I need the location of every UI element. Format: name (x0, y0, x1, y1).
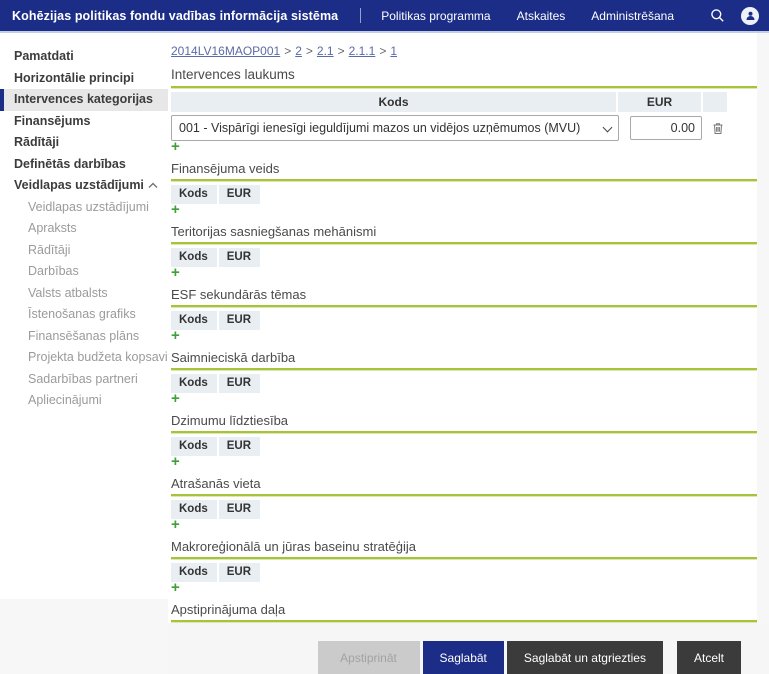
empty-table-header: Kods EUR (171, 374, 260, 393)
sidebar-item-definetas-darbibas[interactable]: Definētās darbības (0, 154, 168, 176)
add-row-button[interactable]: + (171, 330, 185, 342)
breadcrumb-link-program[interactable]: 2014LV16MAOP001 (171, 44, 280, 58)
add-row-button[interactable]: + (171, 393, 185, 405)
sidebar-item-intervences-kategorijas[interactable]: Intervences kategorijas (0, 89, 168, 111)
search-icon[interactable] (708, 7, 726, 25)
add-row-button[interactable]: + (171, 582, 185, 594)
sidebar-item-horizontalie-principi[interactable]: Horizontālie principi (0, 68, 168, 90)
section-title-apstiprinajuma-dala: Apstiprinājuma daļa (171, 603, 757, 616)
add-row-button[interactable]: + (171, 267, 185, 279)
section-divider (171, 86, 757, 89)
eur-column-header: EUR (217, 374, 260, 393)
sidebar-subitem-sadarbibas-partneri[interactable]: Sadarbības partneri (0, 369, 168, 391)
section-title-makroregionala-strategija: Makroreģionālā un jūras baseinu stratēģi… (171, 540, 757, 553)
top-navigation-bar: Kohēzijas politikas fondu vadības inform… (0, 0, 769, 31)
footer-action-bar: Apstiprināt Saglabāt Saglabāt un atgriez… (168, 623, 769, 674)
section-title-finansejuma-veids: Finansējuma veids (171, 162, 757, 175)
empty-table-header: Kods EUR (171, 248, 260, 267)
section-divider (171, 557, 757, 560)
breadcrumb-separator: > (284, 44, 291, 58)
sidebar-subitem-veidlapas-uzstadijumi[interactable]: Veidlapas uzstādījumi (0, 197, 168, 219)
sidebar-subitem-apliecinajumi[interactable]: Apliecinājumi (0, 390, 168, 412)
app-title: Kohēzijas politikas fondu vadības inform… (12, 9, 338, 23)
empty-table-header: Kods EUR (171, 563, 260, 582)
breadcrumb-link-1[interactable]: 1 (390, 44, 397, 58)
breadcrumb-separator: > (379, 44, 386, 58)
section-title-atrasanas-vieta: Atrašanās vieta (171, 477, 757, 490)
section-divider (171, 431, 757, 434)
section-title-saimnieciska-darbiba: Saimnieciskā darbība (171, 351, 757, 364)
sidebar-navigation: Pamatdati Horizontālie principi Interven… (0, 33, 168, 599)
chevron-up-icon (148, 175, 158, 197)
section-title-teritorijas-mehanismi: Teritorijas sasniegšanas mehānismi (171, 225, 757, 238)
breadcrumb-separator: > (306, 44, 313, 58)
kods-column-header: Kods (171, 92, 616, 112)
apstiprinat-button[interactable]: Apstiprināt (318, 641, 420, 674)
breadcrumb-link-2-1[interactable]: 2.1 (317, 44, 334, 58)
menu-item-administresana[interactable]: Administrēšana (591, 9, 674, 23)
add-row-button[interactable]: + (171, 519, 185, 531)
intervences-table-header: Kods EUR (171, 92, 727, 112)
sidebar-subitem-darbibas[interactable]: Darbības (0, 261, 168, 283)
section-divider (171, 305, 757, 308)
eur-column-header: EUR (217, 563, 260, 582)
menu-item-politikas-programma[interactable]: Politikas programma (381, 9, 490, 23)
empty-table-header: Kods EUR (171, 500, 260, 519)
sidebar-item-pamatdati[interactable]: Pamatdati (0, 46, 168, 68)
intervences-table-row: 001 - Vispārīgi ienesīgi ieguldījumi maz… (171, 115, 727, 141)
add-row-button[interactable]: + (171, 204, 185, 216)
eur-column-header: EUR (616, 92, 701, 112)
user-avatar[interactable] (741, 7, 759, 25)
delete-row-button[interactable] (712, 122, 724, 135)
breadcrumb-link-2-1-1[interactable]: 2.1.1 (349, 44, 376, 58)
eur-column-header: EUR (217, 437, 260, 456)
main-content: 2014LV16MAOP001>2>2.1>2.1.1>1 Intervence… (168, 33, 769, 599)
topbar-menu: Politikas programma Atskaites Administrē… (381, 9, 674, 23)
add-row-button[interactable]: + (171, 141, 185, 153)
sidebar-subitem-valsts-atbalsts[interactable]: Valsts atbalsts (0, 283, 168, 305)
eur-column-header: EUR (217, 311, 260, 330)
sidebar-subitem-istenosanas-grafiks[interactable]: Īstenošanas grafiks (0, 304, 168, 326)
empty-table-header: Kods EUR (171, 185, 260, 204)
add-row-button[interactable]: + (171, 456, 185, 468)
intervences-table: Kods EUR 001 - Vispārīgi ienesīgi ieguld… (171, 92, 727, 141)
section-title-intervences-laukums: Intervences laukums (171, 68, 757, 82)
saglabat-un-atgriezties-button[interactable]: Saglabāt un atgriezties (507, 641, 663, 674)
section-divider (171, 494, 757, 497)
sidebar-subitem-projekta-budzeta-kopsavilkums[interactable]: Projekta budžeta kopsavilkums (0, 347, 168, 369)
eur-amount-input[interactable] (630, 116, 702, 140)
saglabat-button[interactable]: Saglabāt (423, 641, 504, 674)
topbar-divider (360, 8, 361, 23)
sidebar-subitem-finansesanas-plans[interactable]: Finansēšanas plāns (0, 326, 168, 348)
sidebar-item-finansejums[interactable]: Finansējums (0, 111, 168, 133)
section-title-esf-sekundaras-temas: ESF sekundārās tēmas (171, 288, 757, 301)
empty-table-header: Kods EUR (171, 437, 260, 456)
sidebar-item-label: Veidlapas uzstādījumi (14, 175, 144, 197)
sidebar-item-raditaji[interactable]: Rādītāji (0, 132, 168, 154)
menu-item-atskaites[interactable]: Atskaites (517, 9, 566, 23)
breadcrumb-separator: > (338, 44, 345, 58)
eur-column-header: EUR (217, 248, 260, 267)
section-title-dzimumu-lidztiesiba: Dzimumu līdztiesība (171, 414, 757, 427)
sidebar-item-veidlapas-uzstadijumi[interactable]: Veidlapas uzstādījumi (0, 175, 168, 197)
empty-table-header: Kods EUR (171, 311, 260, 330)
atcelt-button[interactable]: Atcelt (677, 641, 741, 674)
eur-column-header: EUR (217, 500, 260, 519)
sidebar-subitem-raditaji[interactable]: Rādītāji (0, 240, 168, 262)
kods-select[interactable]: 001 - Vispārīgi ienesīgi ieguldījumi maz… (171, 115, 619, 141)
section-divider (171, 368, 757, 371)
breadcrumb-link-2[interactable]: 2 (295, 44, 302, 58)
eur-column-header: EUR (217, 185, 260, 204)
section-divider (171, 179, 757, 182)
actions-column-header (701, 92, 727, 112)
sidebar-subitem-apraksts[interactable]: Apraksts (0, 218, 168, 240)
breadcrumb: 2014LV16MAOP001>2>2.1>2.1.1>1 (171, 45, 757, 58)
section-divider (171, 242, 757, 245)
